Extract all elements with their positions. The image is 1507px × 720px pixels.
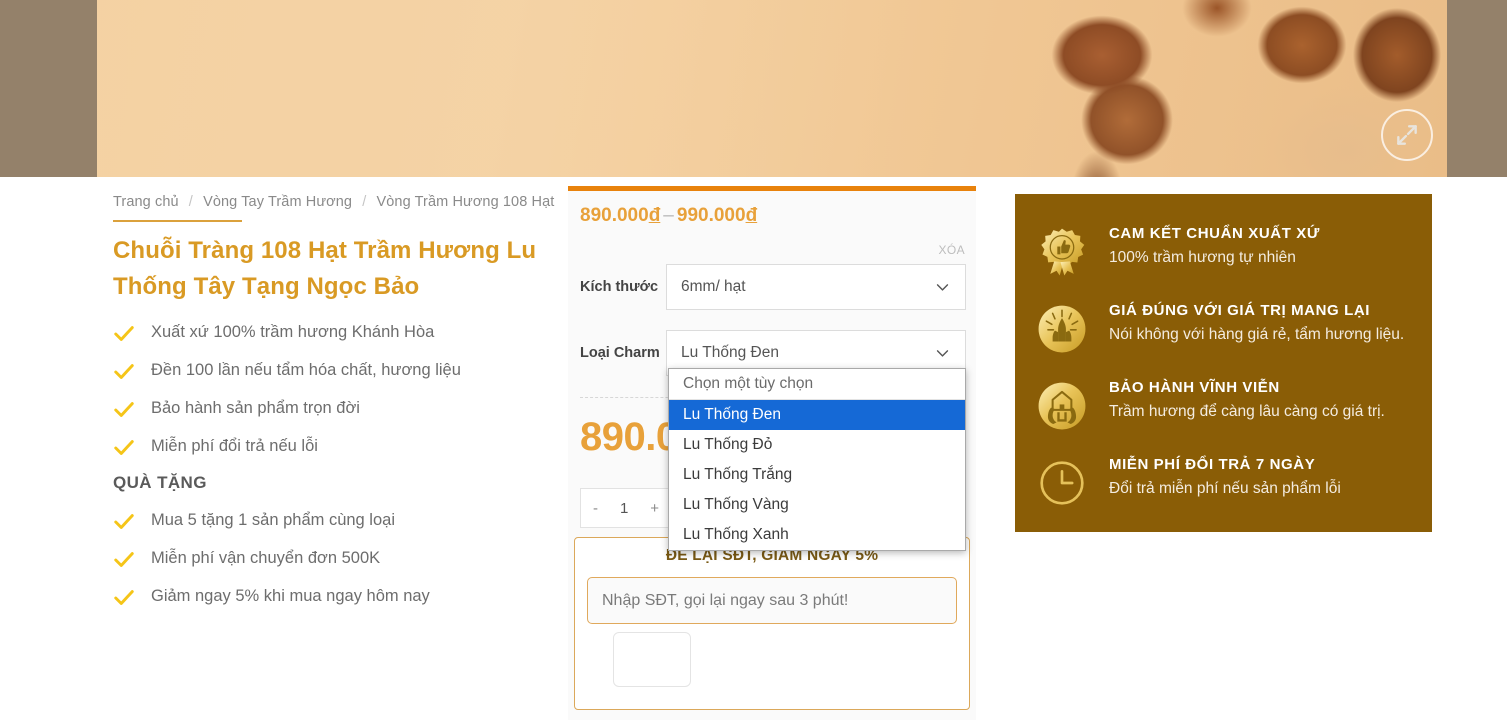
size-select[interactable]: 6mm/ hạt bbox=[666, 264, 966, 310]
list-item: Mua 5 tặng 1 sản phẩm cùng loại bbox=[113, 509, 543, 533]
banner-right-strip bbox=[1447, 0, 1507, 177]
gift-label: Miễn phí vận chuyển đơn 500K bbox=[151, 549, 381, 567]
check-icon bbox=[113, 437, 135, 459]
feature-label: Đền 100 lần nếu tẩm hóa chất, hương liệu bbox=[151, 361, 461, 379]
price-min: 890.000 bbox=[580, 205, 649, 226]
check-icon bbox=[113, 549, 135, 571]
expand-arrows-icon[interactable] bbox=[1381, 109, 1433, 161]
list-item: Miễn phí đổi trả nếu lỗi bbox=[113, 435, 543, 459]
gift-label: Mua 5 tặng 1 sản phẩm cùng loại bbox=[151, 511, 395, 529]
variation-label-charm: Loại Charm bbox=[580, 345, 660, 361]
list-item: Giảm ngay 5% khi mua ngay hôm nay bbox=[113, 585, 543, 609]
dropdown-option-lu-thong-vang[interactable]: Lu Thống Vàng bbox=[669, 490, 965, 520]
dropdown-option-lu-thong-den[interactable]: Lu Thống Đen bbox=[669, 400, 965, 430]
praying-hands-icon bbox=[1037, 304, 1087, 354]
trust-item-warranty: BẢO HÀNH VĨNH VIỄN Trầm hương để càng lâ… bbox=[1037, 378, 1410, 431]
feature-list: Xuất xứ 100% trầm hương Khánh Hòa Đền 10… bbox=[113, 321, 543, 459]
trust-desc: Trầm hương để càng lâu càng có giá trị. bbox=[1109, 403, 1385, 420]
trust-item-returns: MIỄN PHÍ ĐỔI TRẢ 7 NGÀY Đổi trả miễn phí… bbox=[1037, 455, 1410, 508]
list-item: Xuất xứ 100% trầm hương Khánh Hòa bbox=[113, 321, 543, 345]
list-item: Miễn phí vận chuyển đơn 500K bbox=[113, 547, 543, 571]
variation-label-size: Kích thước bbox=[580, 279, 659, 295]
lead-capture-form: ĐỂ LẠI SĐT, GIẢM NGAY 5% bbox=[574, 537, 970, 710]
clear-variations-link[interactable]: XÓA bbox=[938, 243, 965, 257]
breadcrumb-underline bbox=[113, 220, 242, 222]
banner-photo bbox=[97, 0, 1447, 177]
check-icon bbox=[113, 323, 135, 345]
gift-list: Mua 5 tặng 1 sản phẩm cùng loại Miễn phí… bbox=[113, 509, 543, 609]
trust-title: CAM KẾT CHUẨN XUẤT XỨ bbox=[1109, 225, 1320, 242]
phone-input[interactable] bbox=[587, 577, 957, 624]
lead-submit-button[interactable] bbox=[613, 632, 691, 687]
dropdown-option-lu-thong-do[interactable]: Lu Thống Đỏ bbox=[669, 430, 965, 460]
trust-title: GIÁ ĐÚNG VỚI GIÁ TRỊ MANG LẠI bbox=[1109, 302, 1371, 319]
breadcrumb-separator: / bbox=[188, 194, 193, 210]
trust-desc: Nói không với hàng giá rẻ, tẩm hương liệ… bbox=[1109, 326, 1405, 343]
feature-label: Xuất xứ 100% trầm hương Khánh Hòa bbox=[151, 323, 435, 341]
trust-title: BẢO HÀNH VĨNH VIỄN bbox=[1109, 379, 1280, 396]
price-dash: – bbox=[663, 205, 674, 226]
product-info-column: Trang chủ / Vòng Tay Trầm Hương / Vòng T… bbox=[113, 194, 554, 623]
check-icon bbox=[113, 587, 135, 609]
banner-left-strip bbox=[0, 0, 97, 177]
price-max: 990.000 bbox=[676, 205, 746, 226]
size-select-value: 6mm/ hạt bbox=[681, 278, 746, 295]
dropdown-option-lu-thong-trang[interactable]: Lu Thống Trắng bbox=[669, 460, 965, 490]
dropdown-option-placeholder[interactable]: Chọn một tùy chọn bbox=[669, 369, 965, 399]
variation-row-size: Kích thước 6mm/ hạt bbox=[580, 264, 966, 310]
currency-symbol: đ bbox=[648, 205, 661, 226]
product-page: Trang chủ / Vòng Tay Trầm Hương / Vòng T… bbox=[0, 0, 1507, 720]
check-icon bbox=[113, 399, 135, 421]
quantity-increase-button[interactable]: + bbox=[650, 500, 659, 517]
trust-item-origin: CAM KẾT CHUẨN XUẤT XỨ 100% trầm hương tự… bbox=[1037, 224, 1410, 277]
dropdown-option-lu-thong-xanh[interactable]: Lu Thống Xanh bbox=[669, 520, 965, 550]
list-item: Bảo hành sản phẩm trọn đời bbox=[113, 397, 543, 421]
medal-thumbs-up-icon bbox=[1037, 227, 1087, 277]
feature-label: Bảo hành sản phẩm trọn đời bbox=[151, 399, 360, 417]
hands-holding-house-icon bbox=[1037, 381, 1087, 431]
quantity-decrease-button[interactable]: - bbox=[593, 500, 598, 517]
gift-label: Giảm ngay 5% khi mua ngay hôm nay bbox=[151, 587, 430, 605]
product-banner-image[interactable] bbox=[0, 0, 1447, 177]
quantity-value[interactable]: 1 bbox=[620, 500, 628, 517]
breadcrumb-item-category[interactable]: Vòng Tay Trầm Hương bbox=[203, 194, 352, 210]
list-item: Đền 100 lần nếu tẩm hóa chất, hương liệu bbox=[113, 359, 543, 383]
charm-dropdown-list[interactable]: Chọn một tùy chọn Lu Thống Đen Lu Thống … bbox=[668, 368, 966, 551]
quantity-stepper[interactable]: - 1 + bbox=[580, 488, 672, 528]
gift-section-heading: QUÀ TẶNG bbox=[113, 473, 207, 492]
chevron-down-icon bbox=[934, 345, 951, 362]
clock-icon bbox=[1037, 458, 1087, 508]
trust-desc: 100% trầm hương tự nhiên bbox=[1109, 249, 1296, 266]
charm-select-value: Lu Thống Đen bbox=[681, 344, 779, 361]
trust-title: MIỄN PHÍ ĐỔI TRẢ 7 NGÀY bbox=[1109, 456, 1316, 473]
breadcrumb-separator: / bbox=[362, 194, 367, 210]
breadcrumb-item-home[interactable]: Trang chủ bbox=[113, 194, 179, 210]
feature-label: Miễn phí đổi trả nếu lỗi bbox=[151, 437, 318, 455]
chevron-down-icon bbox=[934, 279, 951, 296]
breadcrumb-item-subcategory[interactable]: Vòng Trầm Hương 108 Hạt bbox=[377, 194, 555, 210]
breadcrumb: Trang chủ / Vòng Tay Trầm Hương / Vòng T… bbox=[113, 194, 554, 210]
trust-desc: Đổi trả miễn phí nếu sản phẩm lỗi bbox=[1109, 480, 1341, 497]
check-icon bbox=[113, 511, 135, 533]
price-range: 890.000đ –990.000đ bbox=[580, 205, 757, 227]
check-icon bbox=[113, 361, 135, 383]
trust-item-fair-price: GIÁ ĐÚNG VỚI GIÁ TRỊ MANG LẠI Nói không … bbox=[1037, 301, 1410, 354]
page-title: Chuỗi Tràng 108 Hạt Trầm Hương Lu Thống … bbox=[113, 237, 537, 300]
trust-badges-panel: CAM KẾT CHUẨN XUẤT XỨ 100% trầm hương tự… bbox=[1015, 194, 1432, 532]
currency-symbol: đ bbox=[745, 205, 758, 226]
